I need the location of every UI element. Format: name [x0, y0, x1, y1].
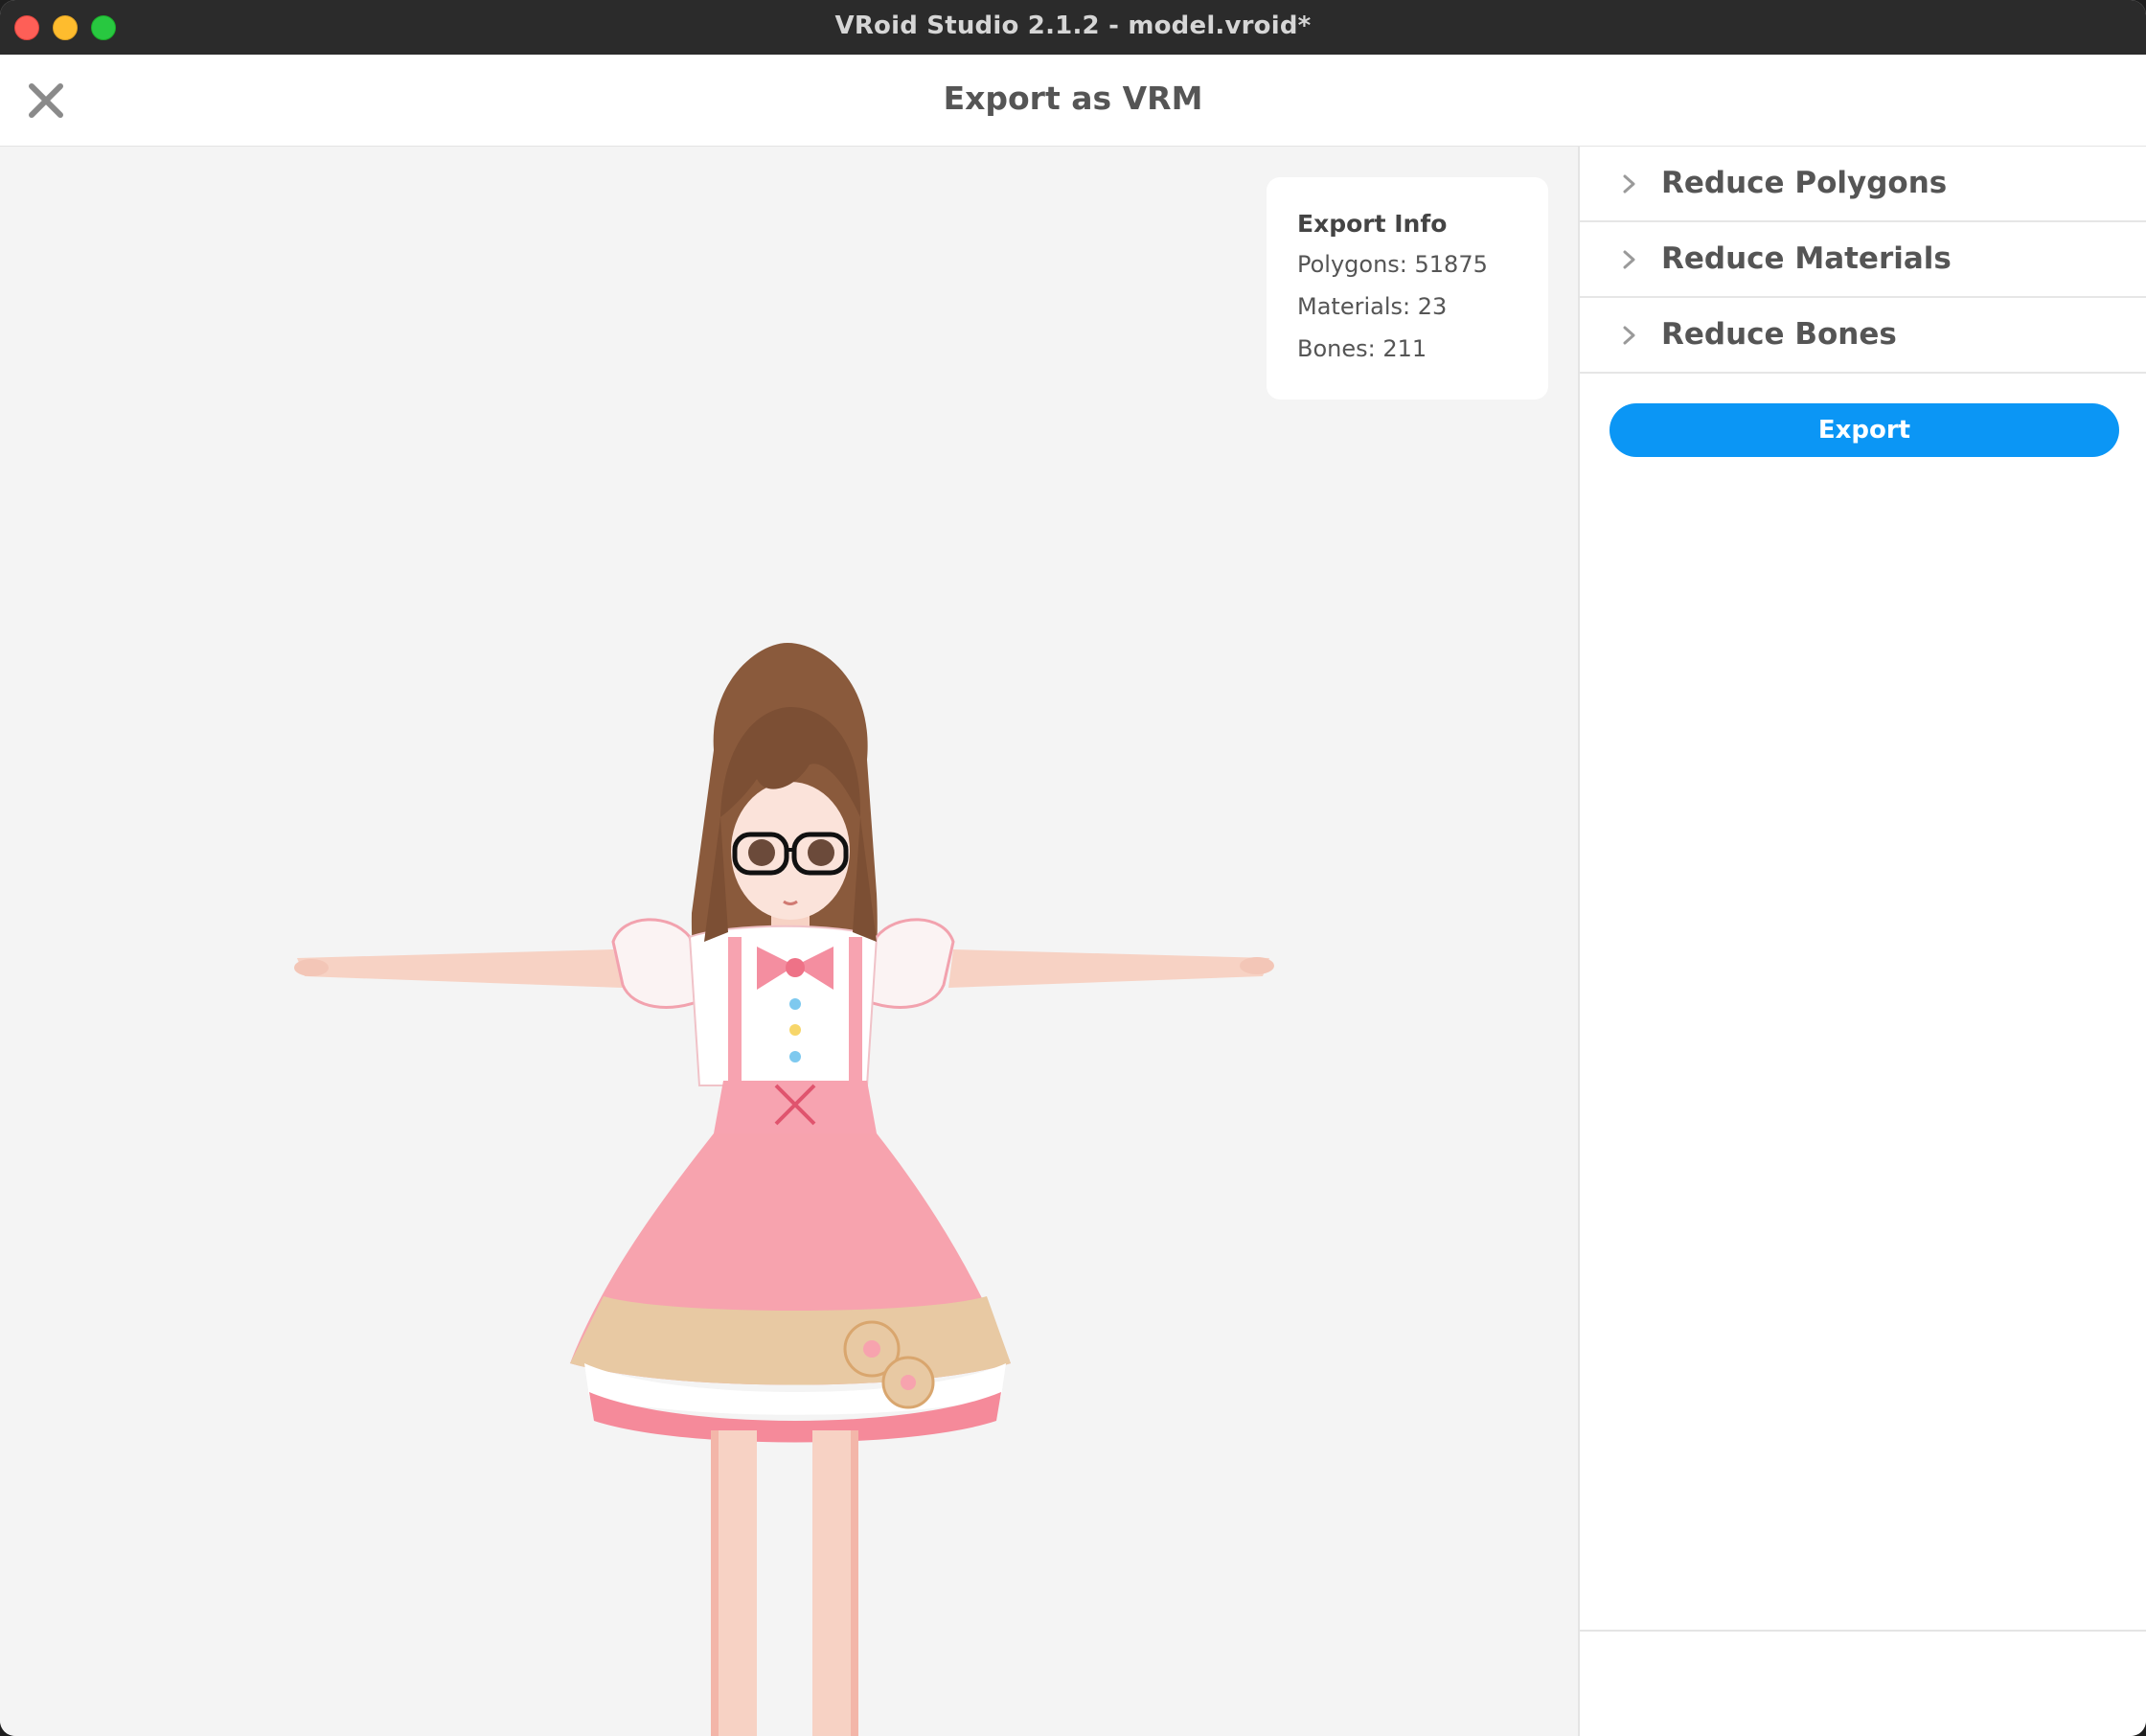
window-title: VRoid Studio 2.1.2 - model.vroid* — [834, 11, 1312, 40]
dialog-header: Export as VRM — [0, 55, 2146, 148]
reduce-bones-section[interactable]: Reduce Bones — [1580, 298, 2146, 374]
materials-count: Materials: 23 — [1297, 293, 1448, 320]
chevron-right-icon — [1623, 250, 1635, 269]
export-info-title: Export Info — [1297, 210, 1448, 238]
reduce-bones-label: Reduce Bones — [1661, 317, 1897, 352]
model-viewport[interactable]: Export Info Polygons: 51875 Materials: 2… — [0, 147, 1578, 1736]
panel-footer-divider — [1580, 1630, 2146, 1632]
reduce-polygons-section[interactable]: Reduce Polygons — [1580, 147, 2146, 222]
reduce-materials-label: Reduce Materials — [1661, 241, 1952, 276]
export-info-card: Export Info Polygons: 51875 Materials: 2… — [1267, 177, 1548, 400]
polygons-count: Polygons: 51875 — [1297, 251, 1488, 278]
bones-count: Bones: 211 — [1297, 335, 1427, 362]
chevron-right-icon — [1623, 326, 1635, 345]
export-button[interactable]: Export — [1610, 403, 2119, 457]
chevron-right-icon — [1623, 174, 1635, 194]
reduce-materials-section[interactable]: Reduce Materials — [1580, 222, 2146, 298]
title-bar: VRoid Studio 2.1.2 - model.vroid* — [0, 0, 2146, 56]
reduce-polygons-label: Reduce Polygons — [1661, 166, 1948, 200]
page-title: Export as VRM — [943, 80, 1203, 117]
app-window: VRoid Studio 2.1.2 - model.vroid* Export… — [0, 0, 2146, 1736]
export-options-panel: Reduce Polygons Reduce Materials Reduce … — [1578, 147, 2146, 1736]
